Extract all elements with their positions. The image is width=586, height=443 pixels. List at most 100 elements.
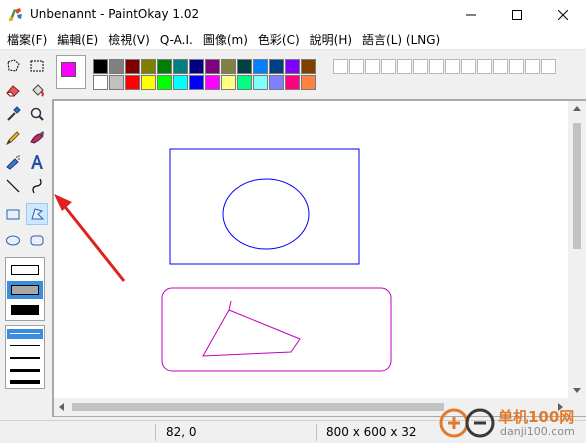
custom-color-slot[interactable] [349, 59, 364, 74]
palette-color-swatch[interactable] [269, 75, 284, 90]
custom-color-slot[interactable] [333, 59, 348, 74]
rectangle-tool[interactable] [2, 203, 24, 225]
palette-color-swatch[interactable] [301, 75, 316, 90]
custom-color-slot[interactable] [445, 59, 460, 74]
menu-view[interactable]: 檢視(V) [103, 30, 155, 50]
palette-color-swatch[interactable] [221, 59, 236, 74]
palette-color-swatch[interactable] [93, 59, 108, 74]
line-width-1-selected[interactable] [7, 329, 43, 339]
minimize-button[interactable] [448, 0, 494, 30]
status-separator [155, 424, 156, 441]
color-palette-area [52, 51, 586, 99]
polygon-tool[interactable] [26, 203, 48, 225]
palette-color-swatch[interactable] [125, 75, 140, 90]
maximize-button[interactable] [494, 0, 540, 30]
text-tool[interactable] [26, 151, 48, 173]
color-picker-tool[interactable] [2, 103, 24, 125]
palette-color-swatch[interactable] [253, 59, 268, 74]
palette-color-swatch[interactable] [157, 59, 172, 74]
palette-color-swatch[interactable] [109, 75, 124, 90]
menu-image[interactable]: 圖像(m) [198, 30, 253, 50]
custom-color-slot[interactable] [477, 59, 492, 74]
palette-color-swatch[interactable] [285, 59, 300, 74]
menu-language[interactable]: 語言(L) (LNG) [357, 30, 445, 50]
status-separator [316, 424, 317, 441]
menu-qa-ai[interactable]: Q-A.I. [155, 30, 198, 50]
palette-color-swatch[interactable] [109, 59, 124, 74]
site-watermark: 单机100网 danji100.com [436, 403, 586, 443]
palette-color-swatch[interactable] [269, 59, 284, 74]
palette-color-swatch[interactable] [157, 75, 172, 90]
watermark-title: 单机100网 [498, 408, 575, 426]
palette-color-swatch[interactable] [189, 75, 204, 90]
palette-color-swatch[interactable] [301, 59, 316, 74]
drawing-canvas[interactable] [54, 101, 568, 398]
palette-color-swatch[interactable] [221, 75, 236, 90]
palette-color-swatch[interactable] [173, 75, 188, 90]
airbrush-tool[interactable] [2, 151, 24, 173]
curve-tool[interactable] [26, 175, 48, 197]
custom-color-slot[interactable] [525, 59, 540, 74]
custom-color-slot[interactable] [397, 59, 412, 74]
airbrush-icon [6, 155, 20, 170]
palette-color-swatch[interactable] [141, 59, 156, 74]
line-width-3[interactable] [10, 357, 40, 359]
rect-select-tool[interactable] [26, 55, 48, 77]
magnifier-tool[interactable] [26, 103, 48, 125]
palette-color-swatch[interactable] [189, 59, 204, 74]
pencil-tool[interactable] [2, 127, 24, 149]
palette-color-swatch[interactable] [93, 75, 108, 90]
menu-help[interactable]: 說明(H) [305, 30, 357, 50]
palette-color-swatch[interactable] [141, 75, 156, 90]
fill-style-solid[interactable] [11, 305, 39, 315]
fill-style-outline-fill-selected[interactable] [7, 281, 43, 299]
rounded-rect-tool[interactable] [26, 229, 48, 251]
vertical-scrollbar-graphic [573, 106, 581, 393]
fill-bucket-tool[interactable] [26, 79, 48, 101]
line-width-2[interactable] [10, 345, 40, 346]
image-dimensions: 800 x 600 x 32 [326, 425, 417, 439]
vertical-scroll-thumb [573, 123, 581, 249]
custom-color-slot[interactable] [509, 59, 524, 74]
free-select-tool[interactable] [2, 55, 24, 77]
palette-color-swatch[interactable] [237, 59, 252, 74]
custom-color-slot[interactable] [541, 59, 556, 74]
custom-color-slot[interactable] [381, 59, 396, 74]
custom-color-slot[interactable] [413, 59, 428, 74]
scroll-up-arrow-icon [573, 106, 581, 111]
line-tool-icon [6, 179, 20, 193]
eraser-tool[interactable] [2, 79, 24, 101]
custom-color-slot[interactable] [429, 59, 444, 74]
close-icon [558, 10, 568, 20]
ellipse-tool-icon [6, 235, 20, 246]
palette-color-swatch[interactable] [125, 59, 140, 74]
line-tool[interactable] [2, 175, 24, 197]
palette-color-swatch[interactable] [173, 59, 188, 74]
palette-color-swatch[interactable] [237, 75, 252, 90]
menu-colors[interactable]: 色彩(C) [253, 30, 305, 50]
fill-style-outline[interactable] [11, 265, 39, 275]
ellipse-tool[interactable] [2, 229, 24, 251]
fill-bucket-icon [32, 84, 44, 97]
current-color-box[interactable] [56, 55, 86, 89]
palette-color-swatch[interactable] [205, 59, 220, 74]
custom-color-slot[interactable] [365, 59, 380, 74]
brush-icon [30, 131, 44, 144]
scroll-left-arrow-icon [59, 403, 64, 411]
text-tool-icon [31, 155, 43, 169]
custom-color-slot[interactable] [461, 59, 476, 74]
line-width-5[interactable] [10, 380, 40, 384]
menu-file[interactable]: 檔案(F) [2, 30, 52, 50]
palette-color-swatch[interactable] [205, 75, 220, 90]
menu-edit[interactable]: 編輯(E) [52, 30, 103, 50]
vertical-scrollbar[interactable] [568, 101, 586, 398]
custom-color-slot[interactable] [493, 59, 508, 74]
free-select-icon [7, 59, 20, 72]
brush-tool[interactable] [26, 127, 48, 149]
foreground-color-swatch[interactable] [61, 62, 76, 77]
window-title: Unbenannt - PaintOkay 1.02 [30, 7, 200, 21]
close-button[interactable] [540, 0, 586, 30]
line-width-4[interactable] [10, 369, 40, 372]
palette-color-swatch[interactable] [285, 75, 300, 90]
palette-color-swatch[interactable] [253, 75, 268, 90]
